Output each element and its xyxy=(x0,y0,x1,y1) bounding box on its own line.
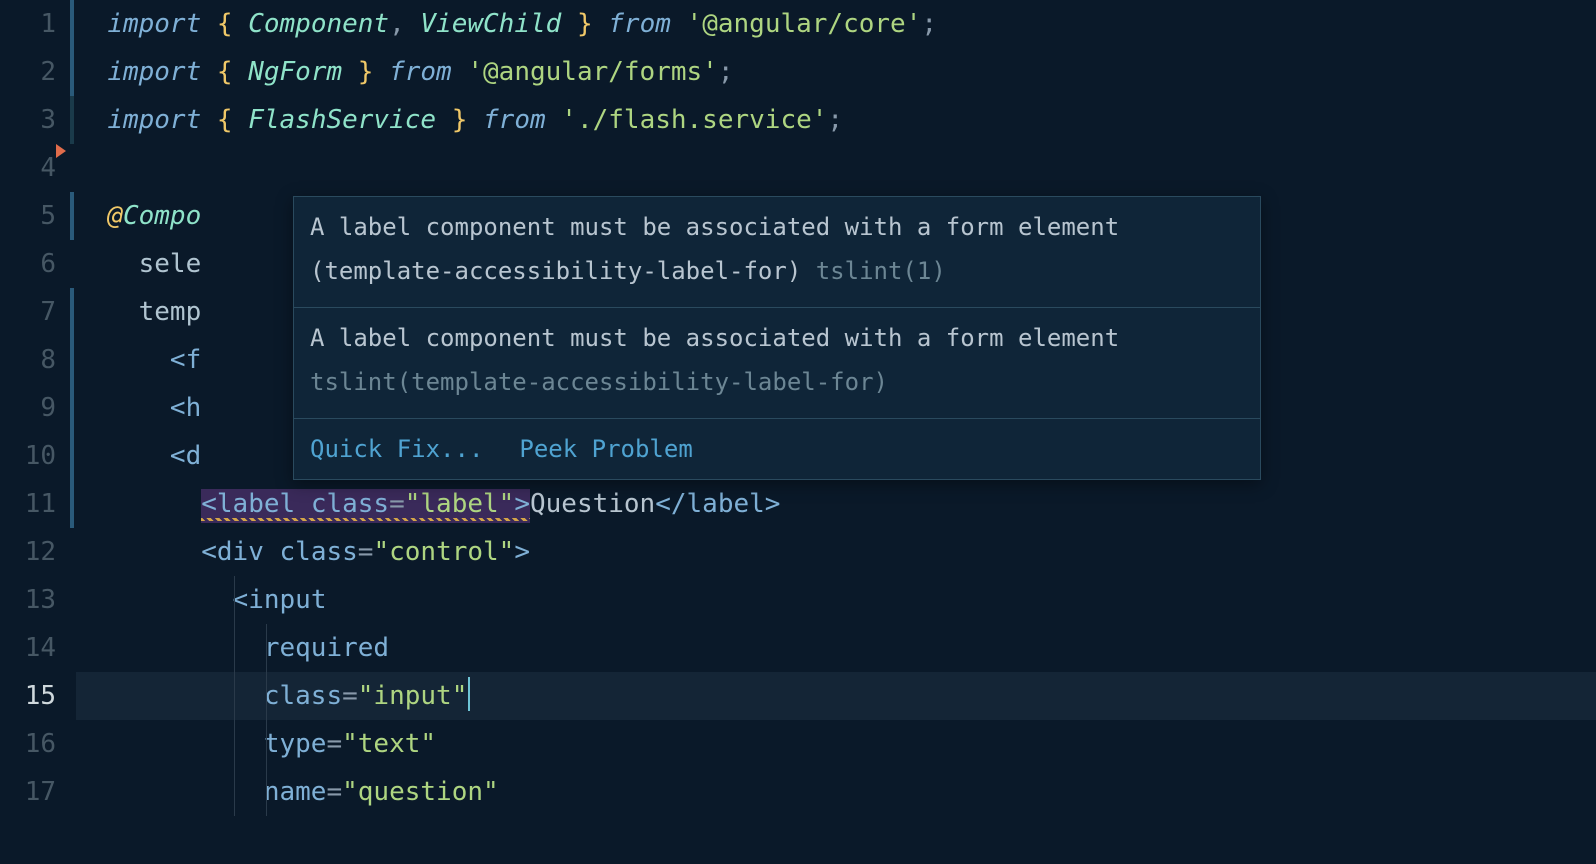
line-number: 2 xyxy=(0,48,56,96)
line-number: 11 xyxy=(0,480,56,528)
tooltip-source: tslint(1) xyxy=(816,257,946,285)
code-text: temp xyxy=(139,297,202,327)
tooltip-source: tslint(template-accessibility-label-for) xyxy=(310,368,888,396)
tag-open: <div xyxy=(201,537,279,567)
line-number: 5 xyxy=(0,192,56,240)
equals: = xyxy=(389,489,405,519)
identifier: ViewChild xyxy=(420,9,561,39)
quick-fix-link[interactable]: Quick Fix... xyxy=(310,427,483,471)
tooltip-text: A label component must be associated wit… xyxy=(310,324,1119,352)
lint-warning-highlight[interactable]: <label class="label"> xyxy=(201,489,530,523)
code-line[interactable]: required xyxy=(76,624,1596,672)
text-cursor xyxy=(468,677,470,711)
line-number: 13 xyxy=(0,576,56,624)
code-line[interactable]: type="text" xyxy=(76,720,1596,768)
identifier: FlashService xyxy=(248,105,436,135)
code-text: <h xyxy=(170,393,201,423)
attr-name: required xyxy=(264,633,389,663)
equals: = xyxy=(326,777,342,807)
code-line[interactable]: <input xyxy=(76,576,1596,624)
attr-value: "text" xyxy=(342,729,436,759)
attr-value: "control" xyxy=(373,537,514,567)
code-line[interactable]: <div class="control"> xyxy=(76,528,1596,576)
identifier: NgForm xyxy=(248,57,342,87)
attr-value: "question" xyxy=(342,777,499,807)
line-number: 14 xyxy=(0,624,56,672)
closing-tag: </label> xyxy=(655,489,780,519)
code-line[interactable]: import { FlashService } from './flash.se… xyxy=(76,96,1596,144)
brace: } xyxy=(561,9,592,39)
decorator-name: Compo xyxy=(123,201,201,231)
text-content: Question xyxy=(530,489,655,519)
line-number: 1 xyxy=(0,0,56,48)
attr-value: "label" xyxy=(405,489,515,519)
line-number: 3 xyxy=(0,96,56,144)
decorator-at: @ xyxy=(107,201,123,231)
keyword-from: from xyxy=(389,57,452,87)
keyword-from: from xyxy=(483,105,546,135)
brace: } xyxy=(342,57,373,87)
semicolon: ; xyxy=(921,9,937,39)
equals: = xyxy=(342,681,358,711)
string: './flash.service' xyxy=(561,105,827,135)
tooltip-message: A label component must be associated wit… xyxy=(294,197,1260,307)
line-number-gutter: 1 2 3 4 5 6 7 8 9 10 11 12 13 14 15 16 1… xyxy=(0,0,68,864)
line-number: 9 xyxy=(0,384,56,432)
comma: , xyxy=(389,9,420,39)
tooltip-message: A label component must be associated wit… xyxy=(294,307,1260,418)
tag-close-bracket: > xyxy=(514,537,530,567)
line-number: 15 xyxy=(0,672,56,720)
code-text: <d xyxy=(170,441,201,471)
line-number: 4 xyxy=(0,144,56,192)
keyword-import: import xyxy=(107,57,201,87)
code-line[interactable]: name="question" xyxy=(76,768,1596,816)
equals: = xyxy=(326,729,342,759)
attr-name: class xyxy=(280,537,358,567)
code-area[interactable]: import { Component, ViewChild } from '@a… xyxy=(68,0,1596,864)
code-line[interactable]: import { NgForm } from '@angular/forms'; xyxy=(76,48,1596,96)
keyword-import: import xyxy=(107,105,201,135)
line-number: 10 xyxy=(0,432,56,480)
code-line-current[interactable]: class="input" xyxy=(76,672,1596,720)
code-text: <f xyxy=(170,345,201,375)
line-number: 16 xyxy=(0,720,56,768)
code-line[interactable]: <label class="label">Question</label> xyxy=(76,480,1596,528)
semicolon: ; xyxy=(827,105,843,135)
keyword-import: import xyxy=(107,9,201,39)
tooltip-actions: Quick Fix... Peek Problem xyxy=(294,418,1260,479)
peek-problem-link[interactable]: Peek Problem xyxy=(519,427,692,471)
tag-open: <label xyxy=(201,489,311,519)
attr-name: class xyxy=(264,681,342,711)
line-number: 8 xyxy=(0,336,56,384)
equals: = xyxy=(358,537,374,567)
diagnostic-hover-tooltip[interactable]: A label component must be associated wit… xyxy=(293,196,1261,480)
string: '@angular/core' xyxy=(687,9,922,39)
code-editor[interactable]: 1 2 3 4 5 6 7 8 9 10 11 12 13 14 15 16 1… xyxy=(0,0,1596,864)
tooltip-text: A label component must be associated wit… xyxy=(310,213,1119,285)
brace: { xyxy=(217,57,248,87)
brace: } xyxy=(436,105,467,135)
attr-name: class xyxy=(311,489,389,519)
attr-value: "input" xyxy=(358,681,468,711)
semicolon: ; xyxy=(718,57,734,87)
attr-name: name xyxy=(264,777,327,807)
code-line[interactable]: import { Component, ViewChild } from '@a… xyxy=(76,0,1596,48)
string: '@angular/forms' xyxy=(467,57,717,87)
line-number: 6 xyxy=(0,240,56,288)
attr-name: type xyxy=(264,729,327,759)
keyword-from: from xyxy=(608,9,671,39)
brace: { xyxy=(217,9,248,39)
fold-hint-icon[interactable] xyxy=(56,144,66,158)
code-text: sele xyxy=(139,249,202,279)
tag-close-bracket: > xyxy=(514,489,530,519)
line-number: 7 xyxy=(0,288,56,336)
code-line[interactable] xyxy=(76,144,1596,192)
identifier: Component xyxy=(248,9,389,39)
brace: { xyxy=(217,105,248,135)
tag-open: <input xyxy=(233,585,327,615)
line-number: 17 xyxy=(0,768,56,816)
line-number: 12 xyxy=(0,528,56,576)
